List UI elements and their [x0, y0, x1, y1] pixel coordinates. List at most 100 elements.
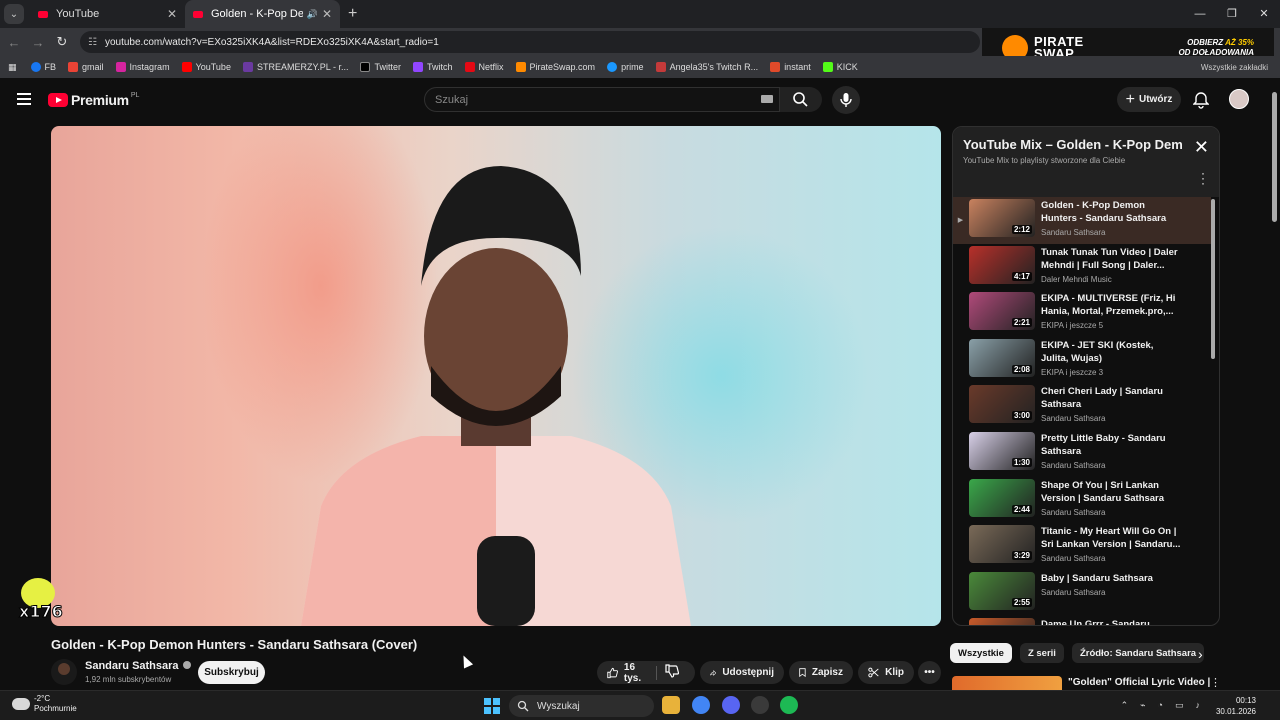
chip-series[interactable]: Z serii	[1019, 643, 1064, 663]
close-icon[interactable]: ✕	[1194, 137, 1209, 158]
notifications-bell-icon[interactable]	[1192, 91, 1210, 114]
bookmark-twitch[interactable]: Twitch	[413, 62, 453, 72]
close-tab-icon[interactable]: ✕	[322, 7, 332, 21]
save-button[interactable]: Zapisz	[789, 661, 853, 684]
forward-icon[interactable]: →	[26, 35, 50, 50]
maximize-button[interactable]: ❐	[1216, 0, 1248, 28]
network-icon[interactable]: ⌁	[1140, 700, 1145, 711]
youtube-premium-logo[interactable]: Premium PL	[48, 92, 139, 108]
speaker-icon[interactable]: 🔊	[307, 9, 318, 20]
discord-icon[interactable]	[722, 696, 740, 714]
bookmark-angela[interactable]: Angela35's Twitch R...	[655, 62, 758, 72]
share-button[interactable]: Udostępnij	[700, 661, 784, 684]
playlist-item[interactable]: 4:17 Tunak Tunak Tun Video | Daler Mehndi…	[953, 244, 1211, 291]
close-window-button[interactable]: ✕	[1248, 0, 1280, 28]
video-thumbnail[interactable]: 2:44	[969, 478, 1035, 517]
voice-search-button[interactable]	[832, 86, 860, 114]
bookmark-netflix[interactable]: Netflix	[464, 62, 504, 72]
tab-youtube[interactable]: YouTube ✕	[30, 0, 185, 28]
close-tab-icon[interactable]: ✕	[167, 7, 177, 21]
video-thumbnail[interactable]: 3:00	[969, 385, 1035, 424]
bookmark-instagram[interactable]: Instagram	[115, 62, 170, 72]
back-icon[interactable]: ←	[2, 35, 26, 50]
subscribe-button[interactable]: Subskrybuj	[198, 661, 265, 684]
video-thumbnail[interactable]: 3:29	[969, 525, 1035, 564]
chrome-icon[interactable]	[692, 696, 710, 714]
bookmark-label: Twitter	[374, 62, 401, 72]
search-button[interactable]	[780, 87, 822, 112]
new-tab-button[interactable]: +	[348, 5, 357, 23]
streamerzy-icon	[242, 62, 253, 72]
reload-icon[interactable]: ↻	[50, 34, 74, 50]
playlist-item[interactable]: 3:29 Titanic - My Heart Will Go On | Sri …	[953, 523, 1211, 570]
battery-icon[interactable]: ▭	[1175, 700, 1184, 711]
page-scrollbar[interactable]	[1272, 92, 1277, 222]
minimize-button[interactable]: —	[1184, 0, 1216, 28]
tab-golden[interactable]: Golden - K-Pop Demon Hu 🔊 ✕	[185, 0, 340, 28]
bookmark-gmail[interactable]: gmail	[68, 62, 104, 72]
video-thumbnail[interactable]	[969, 618, 1035, 625]
more-actions-button[interactable]: •••	[918, 661, 941, 684]
playlist-item[interactable]: 2:44 Shape Of You | Sri Lankan Version | …	[953, 477, 1211, 524]
related-video-title[interactable]: "Golden" Official Lyric Video |	[1068, 677, 1210, 688]
spotify-icon[interactable]	[780, 696, 798, 714]
create-button[interactable]: + Utwórz	[1117, 87, 1181, 112]
bookmark-prime[interactable]: prime	[607, 62, 644, 72]
chevron-right-icon[interactable]: ›	[1198, 646, 1203, 662]
volume-icon[interactable]: ♪	[1196, 700, 1201, 711]
bookmark-kick[interactable]: KICK	[822, 62, 858, 72]
search-input[interactable]: Szukaj	[424, 87, 780, 112]
dislike-button[interactable]	[665, 664, 685, 681]
video-player[interactable]	[51, 126, 941, 626]
playlist-item[interactable]: 2:08 EKIPA - JET SKI (Kostek, Julita, Wuj…	[953, 337, 1211, 384]
playlist-item-info: Baby | Sandaru Sathsara Sandaru Sathsara	[1041, 572, 1181, 597]
playlist-item[interactable]: 1:30 Pretty Little Baby - Sandaru Sathsar…	[953, 430, 1211, 477]
windows-start-icon[interactable]	[484, 698, 500, 714]
bookmark-pirateswap[interactable]: PirateSwap.com	[515, 62, 595, 72]
more-vertical-icon[interactable]: · · ·	[1201, 167, 1205, 189]
video-thumbnail[interactable]: 2:55	[969, 571, 1035, 610]
playlist-scrollbar[interactable]	[1211, 199, 1215, 359]
chip-source[interactable]: Źródło: Sandaru Sathsara	[1071, 643, 1205, 663]
youtube-header: Premium PL Szukaj + Utwórz	[0, 80, 1268, 120]
bookmark-twitter[interactable]: Twitter	[360, 62, 401, 72]
wifi-icon[interactable]: ◔	[1158, 700, 1163, 711]
channel-name[interactable]: Sandaru Sathsara	[85, 660, 191, 672]
hamburger-menu-icon[interactable]	[17, 93, 31, 108]
video-thumbnail[interactable]: 2:12	[969, 199, 1035, 237]
more-vertical-icon[interactable]: ⋮	[1210, 676, 1221, 689]
playlist-item[interactable]: 2:55 Baby | Sandaru Sathsara Sandaru Saths…	[953, 570, 1211, 617]
tab-search-button[interactable]: ⌄	[4, 4, 24, 24]
clock[interactable]: 00:13 30.01.2026	[1216, 695, 1256, 717]
all-bookmarks[interactable]: Wszystkie zakładki	[1201, 63, 1268, 72]
like-button[interactable]: 16 tys.	[607, 662, 648, 684]
account-avatar[interactable]	[1229, 89, 1249, 109]
video-thumbnail[interactable]: 2:08	[969, 338, 1035, 377]
playlist-item[interactable]: 3:00 Cheri Cheri Lady | Sandaru Sathsara S…	[953, 383, 1211, 430]
weather-widget[interactable]: -2°C Pochmurnie	[12, 694, 77, 714]
apps-grid-icon[interactable]: ▦	[8, 62, 17, 73]
steam-icon[interactable]	[751, 696, 769, 714]
clip-button[interactable]: Klip	[858, 661, 914, 684]
channel-avatar[interactable]	[51, 659, 77, 685]
related-video-thumbnail[interactable]	[952, 676, 1062, 690]
keyboard-icon[interactable]	[761, 95, 773, 103]
video-thumbnail[interactable]: 2:21	[969, 292, 1035, 331]
playlist-title[interactable]: YouTube Mix – Golden - K-Pop Dem...	[963, 137, 1183, 152]
video-thumbnail[interactable]: 1:30	[969, 431, 1035, 470]
video-thumbnail[interactable]: 4:17	[969, 245, 1035, 284]
url-bar[interactable]: ☷ youtube.com/watch?v=EXo325iXK4A&list=R…	[80, 31, 980, 53]
playlist-item[interactable]: ▶ 2:12 Golden - K-Pop Demon Hunters - Sand…	[953, 197, 1211, 244]
playlist-item[interactable]: Dame Un Grrr - Sandaru	[953, 616, 1211, 625]
bookmark-instant[interactable]: instant	[770, 62, 811, 72]
show-hidden-icons-icon[interactable]: ⌃	[1121, 700, 1129, 711]
site-info-icon[interactable]: ☷	[88, 37, 97, 48]
bookmark-fb[interactable]: FB	[30, 62, 56, 72]
bookmark-streamerzy[interactable]: STREAMERZY.PL - r...	[242, 62, 348, 72]
bookmark-youtube[interactable]: YouTube	[181, 62, 231, 72]
chip-all[interactable]: Wszystkie	[950, 643, 1012, 663]
file-explorer-icon[interactable]	[662, 696, 680, 714]
playlist-item-channel: Sandaru Sathsara	[1041, 460, 1106, 470]
taskbar-search[interactable]: Wyszukaj	[509, 695, 654, 717]
playlist-item[interactable]: 2:21 EKIPA - MULTIVERSE (Friz, Hi Hania, …	[953, 290, 1211, 337]
